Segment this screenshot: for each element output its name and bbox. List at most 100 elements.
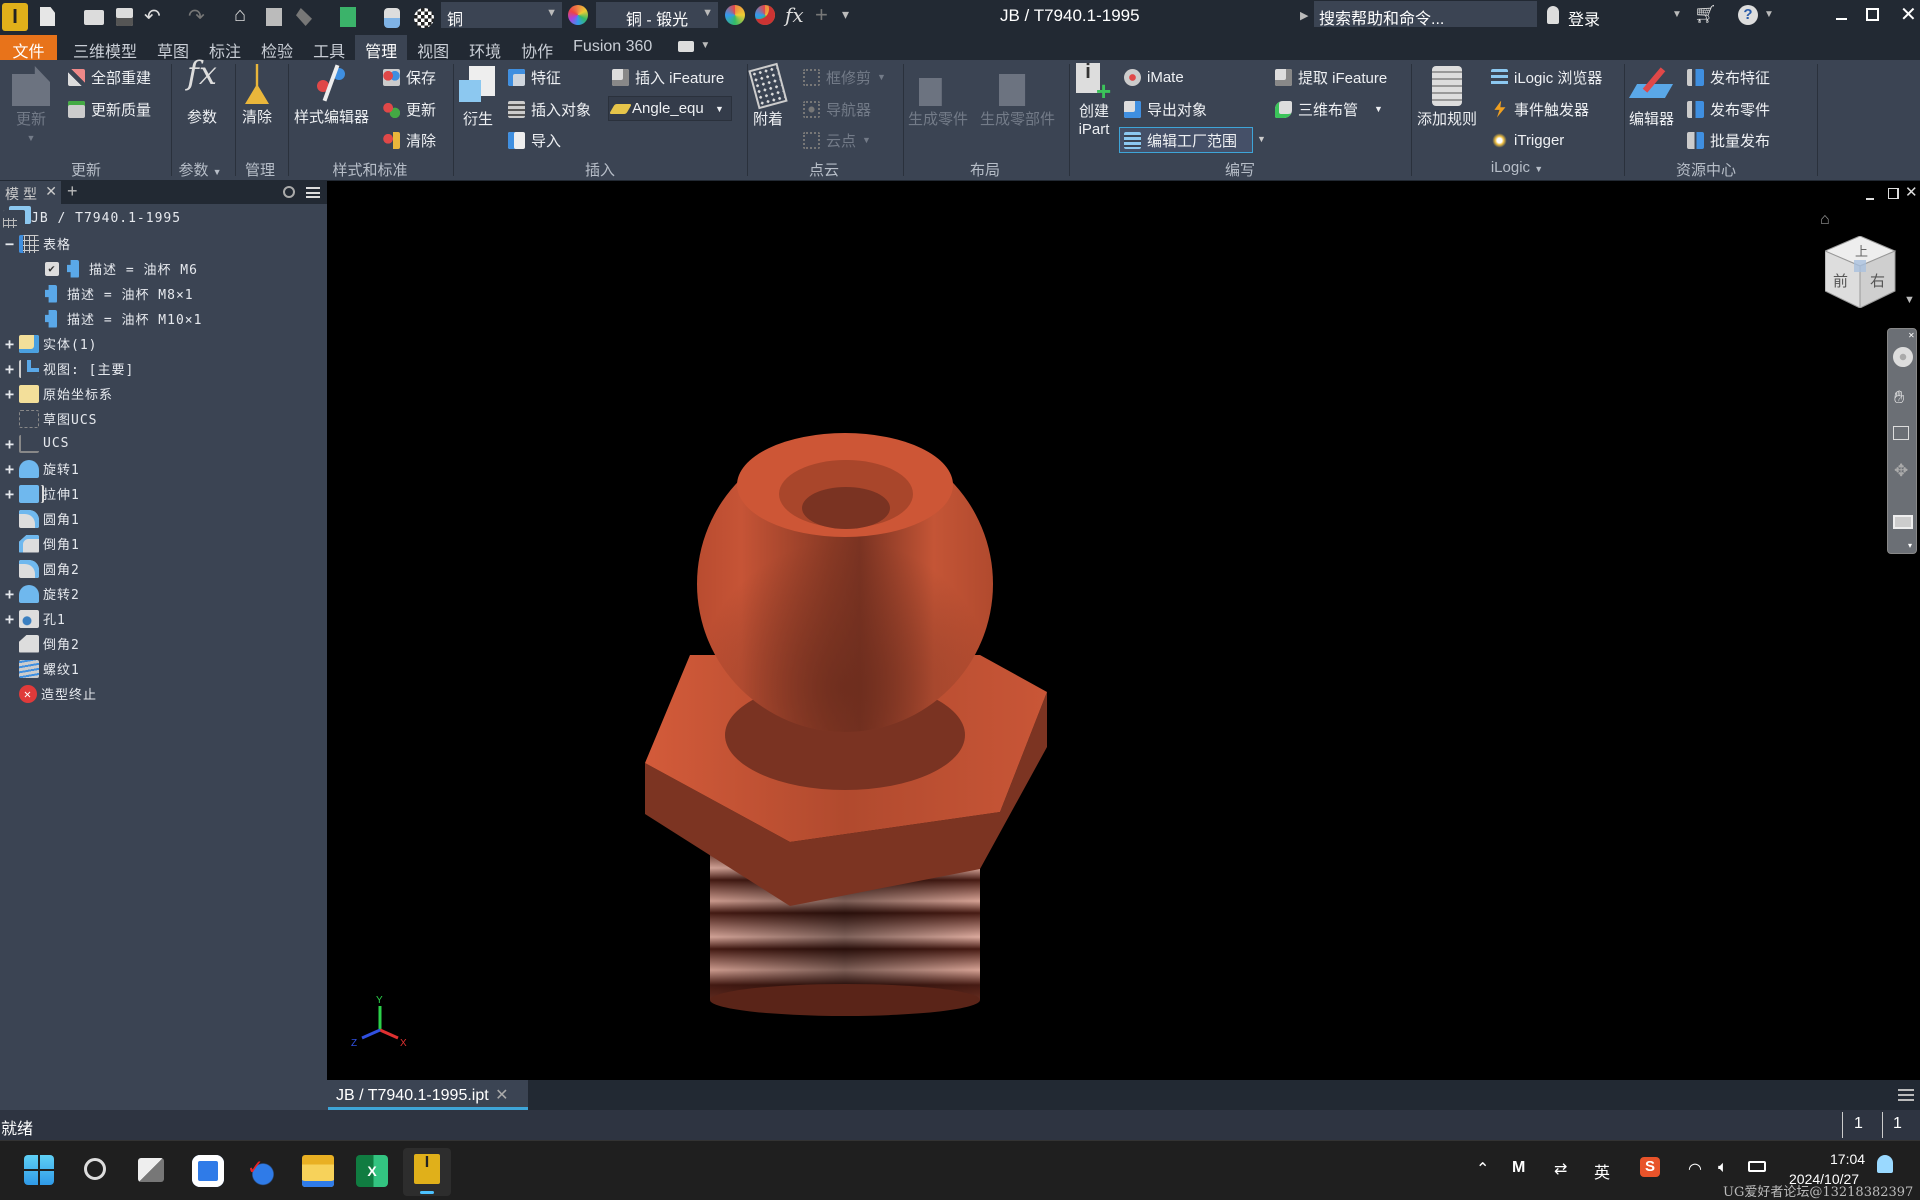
tab-tools[interactable]: 工具 [303, 35, 355, 61]
export-object-button[interactable]: 导出对象 [1124, 98, 1207, 120]
browser-tab-model[interactable]: 模型 ✕ [0, 181, 61, 204]
update-button[interactable]: 更新 ▼ [12, 66, 50, 148]
notification-bell-icon[interactable] [1877, 1155, 1893, 1173]
tree-item-member-m8[interactable]: 描述 = 油杯 M8×1 [0, 281, 327, 306]
measure-icon[interactable] [296, 8, 312, 26]
tab-environments[interactable]: 环境 [459, 35, 511, 61]
undo-icon[interactable]: ↶ [144, 4, 161, 29]
orbit-icon[interactable]: ✥ [1894, 461, 1908, 481]
appearance-override-icon[interactable] [414, 8, 434, 28]
tree-item-revolve1[interactable]: + 旋转1 [0, 456, 327, 481]
sogou-icon[interactable]: S [1640, 1157, 1660, 1177]
panel-toggle-icon[interactable] [678, 41, 695, 52]
tree-root[interactable]: JB / T7940.1-1995 [0, 206, 327, 231]
look-at-icon[interactable] [1893, 515, 1913, 529]
publish-part-button[interactable]: 发布零件 [1687, 98, 1770, 120]
home-icon[interactable]: ⌂ [234, 4, 246, 27]
help-search-input[interactable]: 搜索帮助和命令... [1314, 1, 1537, 28]
expand-icon[interactable]: + [5, 385, 15, 403]
tray-switch-icon[interactable]: ⇄ [1554, 1159, 1567, 1179]
chevron-down-icon[interactable]: ▼ [700, 40, 710, 60]
chevron-right-icon[interactable]: ▶ [1300, 9, 1308, 22]
ifeature-catalog-dropdown[interactable]: Angle_equ ▼ [608, 96, 732, 121]
search-icon[interactable] [283, 186, 295, 198]
attach-point-cloud-button[interactable]: 附着 [748, 62, 788, 129]
volume-icon[interactable]: 🔈︎ [1718, 1159, 1728, 1177]
open-icon[interactable] [84, 10, 104, 25]
adjust-appearance-icon[interactable] [725, 5, 745, 25]
wifi-icon[interactable]: ◠ [1688, 1159, 1702, 1179]
viewport-minimize-icon[interactable] [1866, 198, 1874, 200]
expand-icon[interactable]: + [5, 585, 15, 603]
insert-object-button[interactable]: 插入对象 [508, 98, 591, 120]
box-trim-button[interactable]: 框修剪 ▼ [803, 66, 886, 88]
show-hidden-icons[interactable]: ⌃ [1476, 1159, 1489, 1179]
tree-item-member-m6[interactable]: ✔ 描述 = 油杯 M6 [0, 256, 327, 281]
panel-label-parameters[interactable]: 参数 ▼ [178, 159, 221, 180]
chevron-down-icon[interactable]: ▼ [1257, 134, 1266, 144]
appearance-dropdown[interactable]: 铜 - 锻光 ▼ [596, 2, 718, 29]
view-cube[interactable]: 上 前 右 [1823, 235, 1897, 309]
tree-item-fillet2[interactable]: 圆角2 [0, 556, 327, 581]
navigator-button[interactable]: 导航器 [803, 98, 871, 120]
tab-inspect[interactable]: 检验 [251, 35, 303, 61]
viewport-split-icon[interactable] [1888, 188, 1899, 199]
view-cube-menu-icon[interactable]: ▼ [1904, 294, 1915, 306]
extract-ifeature-button[interactable]: 提取 iFeature [1275, 66, 1387, 88]
checkbox-checked-icon[interactable]: ✔ [45, 261, 59, 276]
inventor-taskbar-button[interactable]: I [403, 1148, 451, 1196]
insert-ifeature-button[interactable]: 插入 iFeature [612, 66, 724, 88]
add-tab-icon[interactable]: + [67, 181, 78, 202]
nav-bar-close-icon[interactable]: ✕ [1908, 331, 1915, 340]
excel-icon[interactable]: X [356, 1155, 388, 1187]
expand-icon[interactable]: + [5, 610, 15, 628]
redo-icon[interactable]: ↷ [188, 4, 205, 29]
cc-editor-button[interactable]: 编辑器 [1628, 66, 1674, 129]
viewport-close-icon[interactable]: ✕ [1905, 183, 1918, 201]
tree-item-end-of-part[interactable]: ✕ 造型终止 [0, 681, 327, 706]
create-ipart-button[interactable]: i + 创建 iPart [1076, 62, 1112, 139]
inventor-logo[interactable]: I [2, 3, 28, 31]
edit-factory-scope-button[interactable]: 编辑工厂范围 [1119, 127, 1253, 153]
properties-icon[interactable] [266, 8, 282, 26]
material-dropdown[interactable]: 铜 ▼ [441, 2, 562, 29]
tab-collaborate[interactable]: 协作 [511, 35, 563, 61]
ie-app-icon[interactable]: ✓ [247, 1155, 279, 1187]
select-icon[interactable] [340, 7, 356, 27]
document-tab[interactable]: JB / T7940.1-1995.ipt ✕ [328, 1080, 528, 1110]
chevron-down-icon[interactable]: ▼ [1764, 9, 1774, 20]
update-styles-button[interactable]: 更新 [383, 98, 436, 120]
task-view-icon[interactable] [138, 1158, 164, 1182]
ilogic-browser-button[interactable]: iLogic 浏览器 [1491, 66, 1602, 88]
tab-view[interactable]: 视图 [407, 35, 459, 61]
expand-icon[interactable]: + [5, 460, 15, 478]
cloud-points-button[interactable]: 云点 ▼ [803, 129, 871, 151]
user-icon[interactable] [1547, 6, 1559, 24]
publish-feature-button[interactable]: 发布特征 [1687, 66, 1770, 88]
document-menu-icon[interactable] [1898, 1089, 1914, 1101]
imate-button[interactable]: iMate [1124, 66, 1184, 88]
material-icon[interactable] [384, 8, 400, 28]
customize-icon[interactable]: ▾ [842, 6, 849, 23]
purge-button[interactable]: 清除 [242, 64, 272, 127]
tree-item-fillet1[interactable]: 圆角1 [0, 506, 327, 531]
save-styles-button[interactable]: 保存 [383, 66, 436, 88]
tab-fusion-360[interactable]: Fusion 360 [563, 35, 662, 60]
restore-icon[interactable] [1866, 8, 1879, 21]
tree-item-chamfer1[interactable]: 倒角1 [0, 531, 327, 556]
pan-icon[interactable]: ✋︎ [1894, 387, 1904, 408]
ime-indicator[interactable]: 英 [1594, 1159, 1610, 1183]
minimize-icon[interactable] [1836, 18, 1847, 20]
tab-manage[interactable]: 管理 [355, 35, 408, 61]
update-mass-button[interactable]: 更新质量 [68, 98, 151, 120]
zoom-window-icon[interactable] [1893, 426, 1909, 440]
make-part-button[interactable]: 生成零件 [908, 66, 968, 129]
tree-item-revolve2[interactable]: + 旋转2 [0, 581, 327, 606]
nav-bar-menu-icon[interactable]: ▾ [1908, 541, 1912, 550]
cart-icon[interactable]: 🛒︎ [1694, 4, 1717, 25]
sign-in-button[interactable]: 登录 [1568, 6, 1600, 30]
tree-item-origin[interactable]: + 原始坐标系 [0, 381, 327, 406]
rebuild-all-button[interactable]: 全部重建 [68, 66, 151, 88]
event-trigger-button[interactable]: 事件触发器 [1491, 98, 1589, 120]
import-button[interactable]: 导入 [508, 129, 561, 151]
